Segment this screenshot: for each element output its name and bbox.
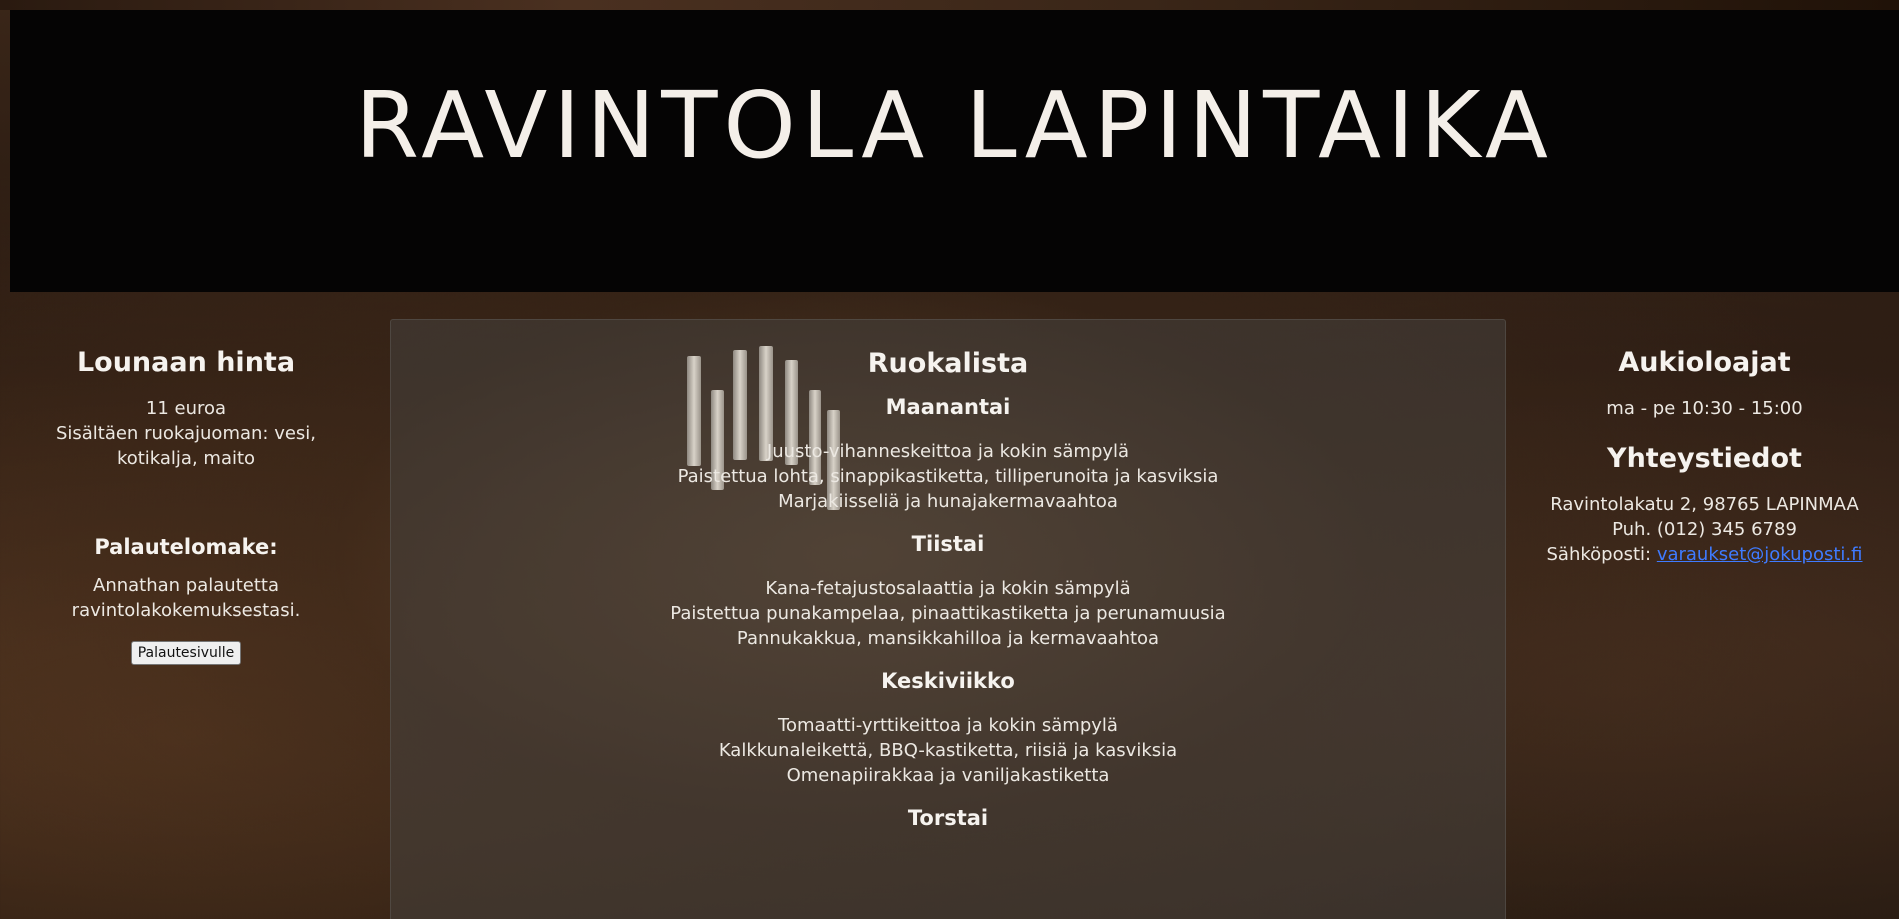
lunch-drinks-line2: kotikalja, maito bbox=[116, 448, 256, 469]
lunch-drinks-line1: Sisältäen ruokajuoman: vesi, bbox=[55, 423, 317, 444]
menu-day: Torstai bbox=[391, 806, 1505, 830]
dish-item: Kana-fetajustosalaattia ja kokin sämpylä bbox=[765, 578, 1131, 599]
menu-day: Maanantai Juusto-vihanneskeittoa ja koki… bbox=[391, 395, 1505, 514]
left-sidebar: Lounaan hinta 11 euroa Sisältäen ruokaju… bbox=[10, 320, 362, 665]
dish-item: Marjakiisseliä ja hunajakermavaahtoa bbox=[778, 491, 1118, 512]
day-heading: Torstai bbox=[907, 806, 989, 830]
dish-item: Omenapiirakkaa ja vaniljakastiketta bbox=[786, 765, 1110, 786]
contact-email-label: Sähköposti: bbox=[1546, 544, 1657, 565]
contact-email-link[interactable]: varaukset@jokuposti.fi bbox=[1657, 544, 1863, 565]
day-heading: Keskiviikko bbox=[881, 669, 1015, 693]
lunch-price-value: 11 euroa bbox=[145, 398, 227, 419]
menu-day: Keskiviikko Tomaatti-yrttikeittoa ja kok… bbox=[391, 669, 1505, 788]
day-heading: Tiistai bbox=[911, 532, 985, 556]
contact-heading: Yhteystiedot bbox=[1607, 443, 1802, 474]
contact-address: Ravintolakatu 2, 98765 LAPINMAA bbox=[1550, 494, 1859, 515]
dish-item: Tomaatti-yrttikeittoa ja kokin sämpylä bbox=[778, 715, 1118, 736]
contact-email-line: Sähköposti: varaukset@jokuposti.fi bbox=[1510, 542, 1899, 567]
menu-panel: Ruokalista Maanantai Juusto-vihanneskeit… bbox=[390, 319, 1506, 919]
right-sidebar: Aukioloajat ma - pe 10:30 - 15:00 Yhteys… bbox=[1510, 320, 1899, 567]
feedback-text-line2: ravintolakokemuksestasi. bbox=[71, 600, 301, 621]
dish-item: Kalkkunaleikettä, BBQ-kastiketta, riisiä… bbox=[718, 740, 1178, 761]
feedback-text-line1: Annathan palautetta bbox=[93, 575, 279, 596]
feedback-heading: Palautelomake: bbox=[94, 535, 278, 559]
lunch-price-heading: Lounaan hinta bbox=[76, 347, 296, 378]
site-title: RAVINTOLA LAPINTAIKA bbox=[355, 71, 1554, 179]
menu-day: Tiistai Kana-fetajustosalaattia ja kokin… bbox=[391, 532, 1505, 651]
site-header: RAVINTOLA LAPINTAIKA bbox=[10, 10, 1899, 292]
dish-item: Juusto-vihanneskeittoa ja kokin sämpylä bbox=[766, 441, 1130, 462]
opening-hours-value: ma - pe 10:30 - 15:00 bbox=[1606, 398, 1803, 419]
dish-item: Paistettua lohta, sinappikastiketta, til… bbox=[677, 466, 1219, 487]
day-heading: Maanantai bbox=[885, 395, 1011, 419]
top-strip bbox=[0, 0, 1899, 10]
opening-hours-heading: Aukioloajat bbox=[1618, 347, 1791, 378]
contact-phone: Puh. (012) 345 6789 bbox=[1612, 519, 1797, 540]
menu-title: Ruokalista bbox=[867, 348, 1029, 379]
feedback-page-button[interactable]: Palautesivulle bbox=[130, 641, 242, 665]
dish-item: Pannukakkua, mansikkahilloa ja kermavaah… bbox=[736, 628, 1160, 649]
dish-item: Paistettua punakampelaa, pinaattikastike… bbox=[670, 603, 1226, 624]
